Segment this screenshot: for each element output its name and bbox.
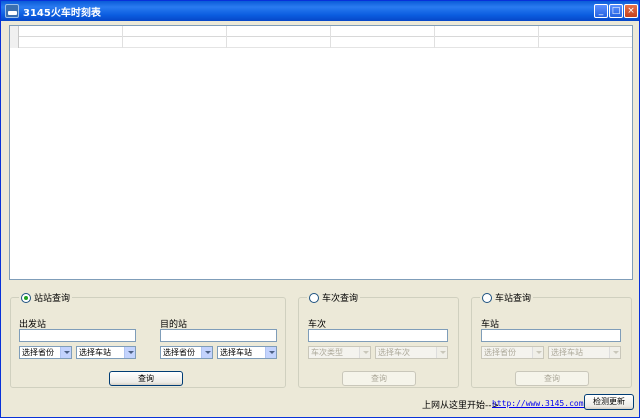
train-number-radio-wrap[interactable]: 车次查询 — [307, 291, 361, 304]
close-button[interactable]: × — [624, 4, 638, 18]
grid-column[interactable] — [539, 26, 632, 48]
train-app-icon — [5, 4, 19, 18]
station-to-station-radio-wrap[interactable]: 站站查询 — [19, 291, 73, 304]
chevron-down-icon — [436, 347, 447, 358]
station-to-station-query-button[interactable]: 查询 — [109, 371, 183, 386]
station-select-value: 选择车站 — [551, 348, 583, 357]
app-window: 3145火车时刻表 _ □ × 站站查询 出发站 选择省份 选择车站 目的站 选… — [0, 0, 640, 418]
grid-row-selector[interactable] — [10, 26, 19, 48]
check-update-button[interactable]: 检测更新 — [584, 394, 634, 410]
to-station-input[interactable] — [160, 329, 277, 342]
grid-column[interactable] — [19, 26, 123, 48]
station-select: 选择车站 — [548, 346, 621, 359]
chevron-down-icon[interactable] — [124, 347, 135, 358]
window-title: 3145火车时刻表 — [23, 8, 101, 19]
train-select-value: 选择车次 — [378, 348, 410, 357]
homepage-link[interactable]: http://www.3145.com/ — [492, 399, 588, 408]
train-number-query-button: 查询 — [342, 371, 416, 386]
station-to-station-radio-label[interactable]: 站站查询 — [34, 291, 70, 304]
to-province-value: 选择省份 — [163, 348, 195, 357]
from-station-value: 选择车站 — [79, 348, 111, 357]
homepage-prompt: 上网从这里开始--> — [422, 401, 500, 411]
station-group: 车站查询 车站 选择省份 选择车站 查询 — [471, 291, 632, 388]
train-number-group: 车次查询 车次 车次类型 选择车次 查询 — [298, 291, 459, 388]
station-radio-wrap[interactable]: 车站查询 — [480, 291, 534, 304]
chevron-down-icon — [532, 347, 543, 358]
train-type-value: 车次类型 — [311, 348, 343, 357]
grid-column[interactable] — [435, 26, 539, 48]
train-number-radio-label[interactable]: 车次查询 — [322, 291, 358, 304]
from-station-select[interactable]: 选择车站 — [76, 346, 136, 359]
to-station-select[interactable]: 选择车站 — [217, 346, 277, 359]
train-number-radio[interactable] — [309, 292, 319, 303]
grid-column[interactable] — [227, 26, 331, 48]
station-province-select: 选择省份 — [481, 346, 544, 359]
from-station-input[interactable] — [19, 329, 136, 342]
to-province-select[interactable]: 选择省份 — [160, 346, 213, 359]
chevron-down-icon[interactable] — [201, 347, 212, 358]
title-bar[interactable]: 3145火车时刻表 _ □ × — [1, 1, 639, 21]
station-province-value: 选择省份 — [484, 348, 516, 357]
chevron-down-icon[interactable] — [265, 347, 276, 358]
chevron-down-icon[interactable] — [60, 347, 71, 358]
grid-column[interactable] — [123, 26, 227, 48]
train-select: 选择车次 — [375, 346, 448, 359]
chevron-down-icon — [609, 347, 620, 358]
station-query-button: 查询 — [515, 371, 589, 386]
grid-column[interactable] — [331, 26, 435, 48]
station-radio[interactable] — [482, 292, 492, 303]
maximize-button[interactable]: □ — [609, 4, 623, 18]
to-station-value: 选择车站 — [220, 348, 252, 357]
train-type-select: 车次类型 — [308, 346, 371, 359]
station-input[interactable] — [481, 329, 621, 342]
results-grid[interactable] — [9, 25, 633, 280]
train-number-input[interactable] — [308, 329, 448, 342]
from-province-select[interactable]: 选择省份 — [19, 346, 72, 359]
minimize-button[interactable]: _ — [594, 4, 608, 18]
chevron-down-icon — [359, 347, 370, 358]
station-to-station-radio[interactable] — [21, 292, 31, 303]
from-province-value: 选择省份 — [22, 348, 54, 357]
station-radio-label[interactable]: 车站查询 — [495, 291, 531, 304]
station-to-station-group: 站站查询 出发站 选择省份 选择车站 目的站 选择省份 选择车站 查询 — [10, 291, 286, 388]
